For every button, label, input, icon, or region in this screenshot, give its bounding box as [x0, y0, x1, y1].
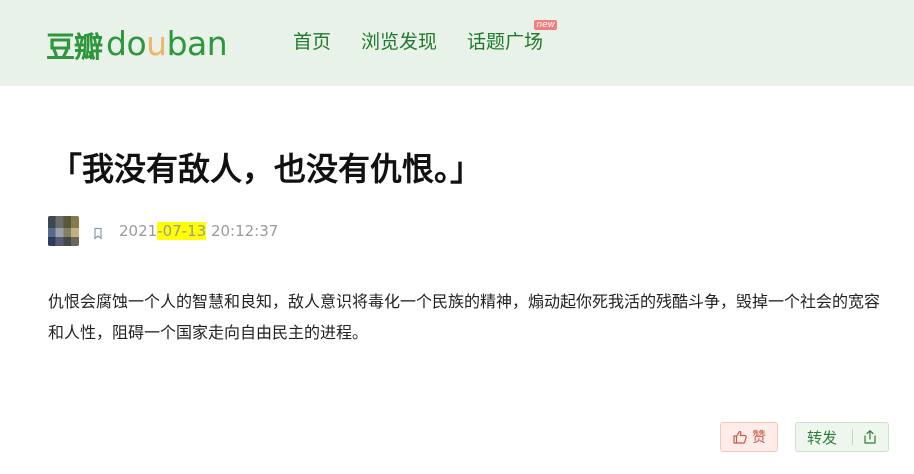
- logo-en-part: ban: [166, 24, 228, 63]
- bookmark-icon: [93, 225, 103, 240]
- share-label: 转发: [807, 428, 838, 447]
- post-timestamp: 2021-07-13 20:12:37: [119, 222, 278, 240]
- nav-item-home[interactable]: 首页: [293, 29, 331, 55]
- new-badge: new: [534, 20, 558, 30]
- author-avatar[interactable]: [48, 216, 79, 246]
- post-title: 「我没有敌人，也没有仇恨。」: [50, 150, 483, 188]
- douban-logo[interactable]: 豆瓣 douban: [46, 20, 228, 64]
- upload-icon[interactable]: [853, 429, 888, 445]
- post-meta: 2021-07-13 20:12:37: [48, 216, 278, 246]
- post-body: 仇恨会腐蚀一个人的智慧和良知，敌人意识将毒化一个民族的精神，煽动起你死我活的残酷…: [48, 292, 881, 342]
- timestamp-highlighted-date: -07-13: [157, 222, 207, 240]
- nav-item-explore[interactable]: 浏览发现: [361, 29, 437, 55]
- nav-item-topics[interactable]: 话题广场 new: [467, 20, 558, 55]
- logo-en-part: do: [106, 24, 147, 63]
- timestamp-year: 2021: [119, 222, 158, 240]
- thumb-up-icon: [733, 430, 747, 444]
- main-nav: 首页 浏览发现 话题广场 new: [293, 20, 573, 55]
- top-nav-bar: 豆瓣 douban 首页 浏览发现 话题广场 new: [0, 0, 914, 86]
- share-button[interactable]: 转发: [795, 422, 889, 452]
- nav-item-topics-label: 话题广场: [467, 31, 544, 53]
- logo-chinese: 豆瓣: [46, 30, 103, 64]
- timestamp-time: 20:12:37: [206, 222, 279, 240]
- logo-english: douban: [106, 24, 228, 64]
- like-button[interactable]: 赞: [720, 422, 778, 452]
- logo-en-part: u: [146, 24, 167, 63]
- like-label: 赞: [752, 430, 766, 446]
